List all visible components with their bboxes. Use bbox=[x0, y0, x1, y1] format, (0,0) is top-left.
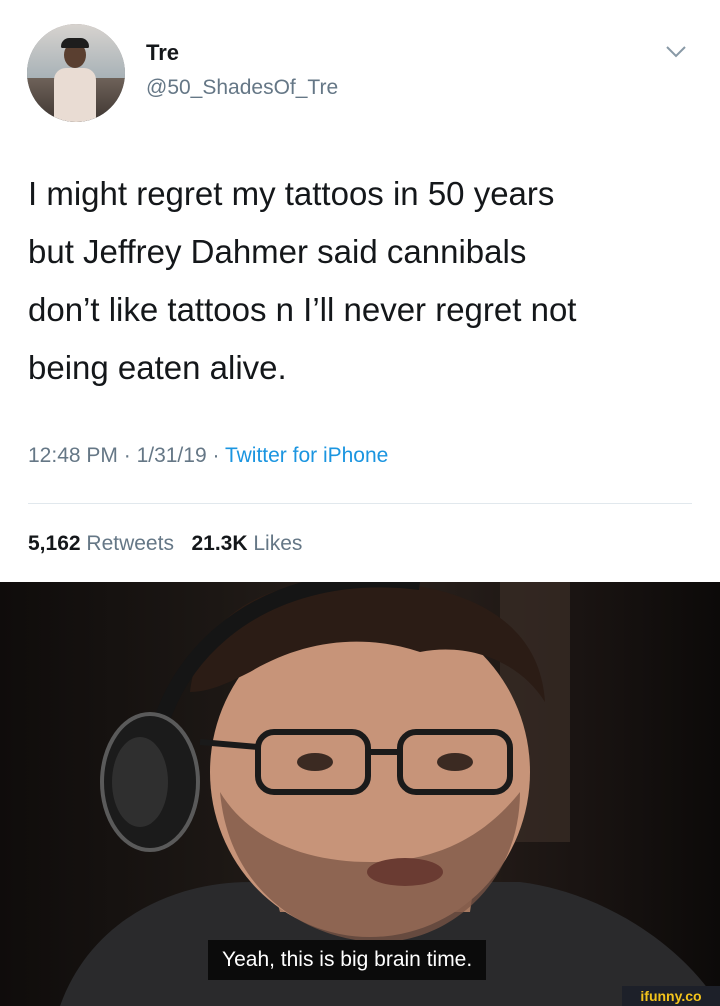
divider bbox=[28, 503, 692, 504]
tweet-date[interactable]: 1/31/19 bbox=[137, 444, 207, 467]
user-handle[interactable]: @50_ShadesOf_Tre bbox=[146, 76, 338, 100]
retweets-label: Retweets bbox=[86, 532, 174, 555]
headphone-cup-inner bbox=[112, 737, 168, 827]
avatar-cap bbox=[61, 38, 89, 48]
tweet-source-link[interactable]: Twitter for iPhone bbox=[225, 444, 388, 467]
ifunny-watermark: ifunny.co bbox=[622, 986, 720, 1006]
tweet-meta: 12:48 PM · 1/31/19 · Twitter for iPhone bbox=[28, 444, 388, 468]
likes-stat[interactable]: 21.3K Likes bbox=[191, 532, 302, 555]
meme-image: Yeah, this is big brain time. ifunny.co bbox=[0, 582, 720, 1006]
avatar[interactable] bbox=[27, 24, 125, 122]
tweet-stats: 5,162 Retweets 21.3K Likes bbox=[28, 532, 302, 556]
likes-count: 21.3K bbox=[191, 532, 248, 555]
chevron-down-icon[interactable] bbox=[665, 45, 687, 59]
meta-separator: · bbox=[206, 444, 225, 467]
left-eye bbox=[297, 753, 333, 771]
tweet-card: Tre @50_ShadesOf_Tre I might regret my t… bbox=[0, 0, 720, 582]
retweets-count: 5,162 bbox=[28, 532, 81, 555]
mouth bbox=[367, 858, 443, 886]
display-name[interactable]: Tre bbox=[146, 40, 179, 66]
tweet-text: I might regret my tattoos in 50 years bu… bbox=[28, 175, 577, 386]
meme-caption: Yeah, this is big brain time. bbox=[208, 940, 487, 980]
meta-separator: · bbox=[117, 444, 137, 467]
avatar-shirt bbox=[54, 68, 96, 122]
likes-label: Likes bbox=[253, 532, 303, 555]
right-eye bbox=[437, 753, 473, 771]
retweets-stat[interactable]: 5,162 Retweets bbox=[28, 532, 174, 555]
tweet-time[interactable]: 12:48 PM bbox=[28, 444, 118, 467]
